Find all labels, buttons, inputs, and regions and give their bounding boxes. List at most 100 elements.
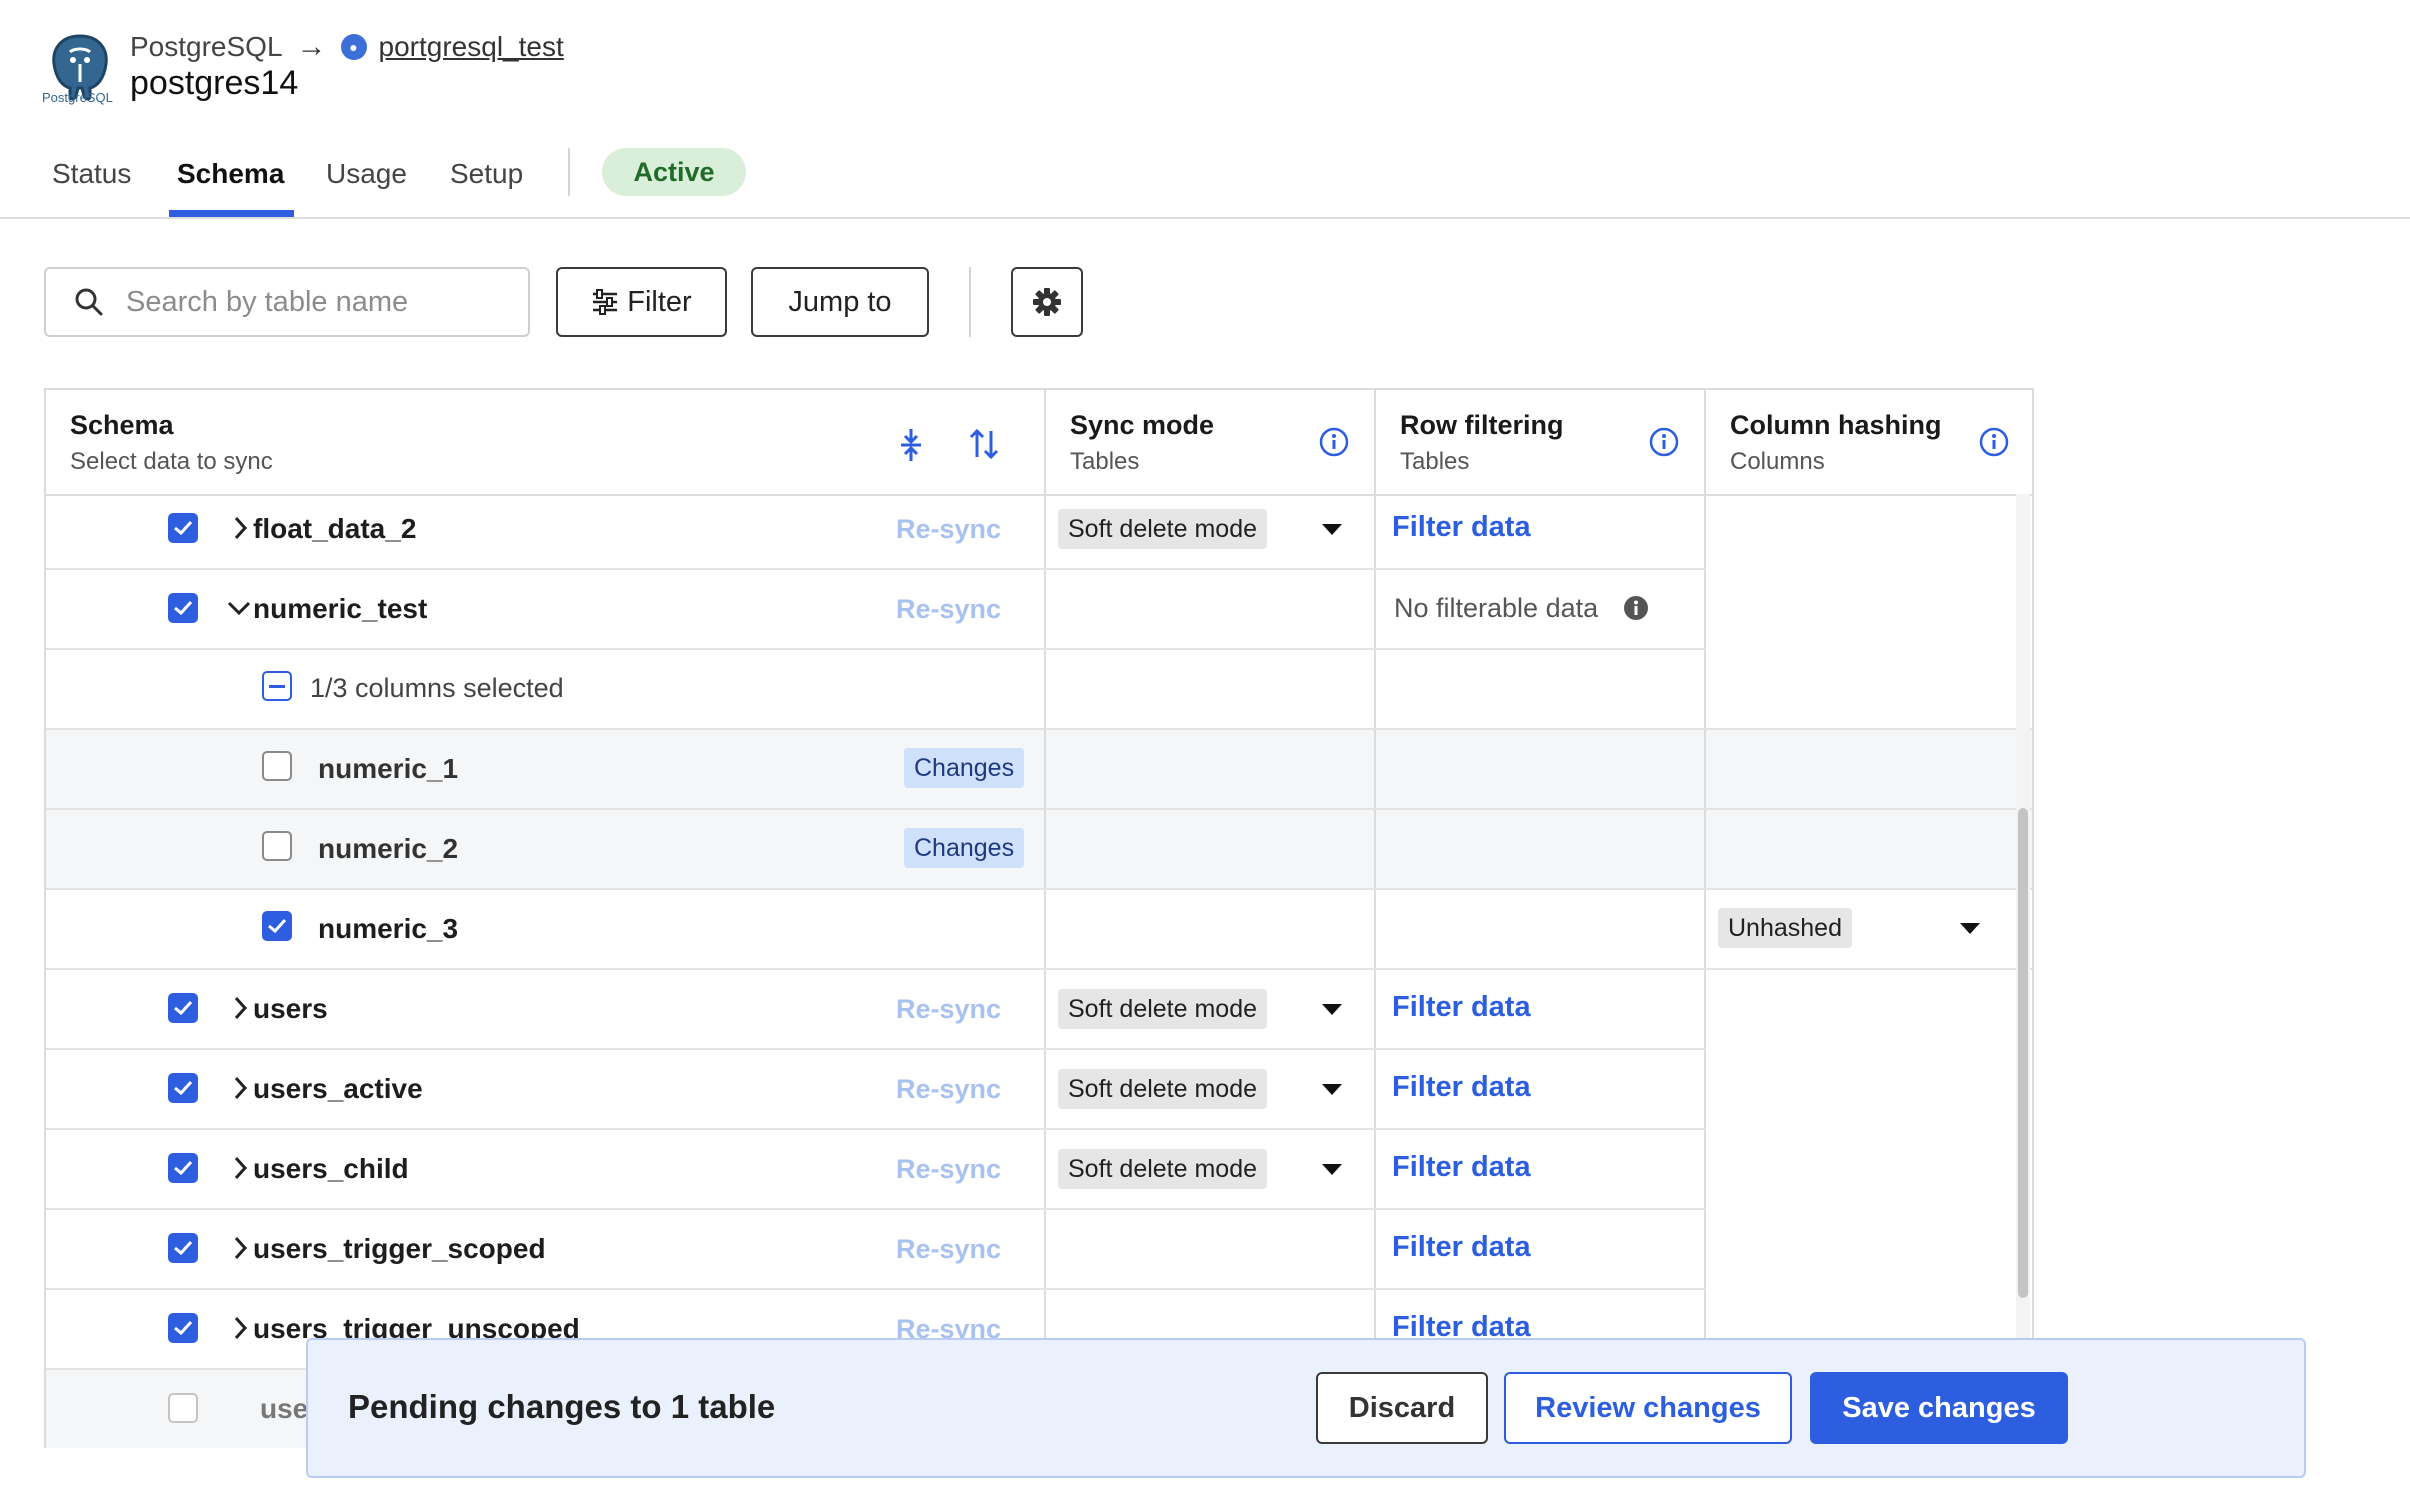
- search-icon: [75, 288, 103, 316]
- header-divider: [0, 217, 2410, 219]
- filter-data-link[interactable]: Filter data: [1392, 511, 1531, 544]
- scrollbar-thumb[interactable]: [2018, 808, 2028, 1298]
- table-name: users_active: [253, 1073, 423, 1104]
- jump-to-button-label: Jump to: [788, 285, 892, 318]
- chevron-right-icon[interactable]: [230, 1073, 250, 1103]
- save-changes-button[interactable]: Save changes: [1810, 1372, 2068, 1444]
- breadcrumb-destination-link[interactable]: portgresql_test: [379, 31, 564, 63]
- columns-selected-text: 1/3 columns selected: [310, 673, 564, 703]
- columns-select-all-checkbox[interactable]: [262, 671, 292, 701]
- discard-button[interactable]: Discard: [1316, 1372, 1488, 1444]
- column-name: numeric_3: [318, 913, 459, 944]
- sync-mode-select[interactable]: Soft delete mode: [1058, 989, 1268, 1029]
- review-changes-button-label: Review changes: [1535, 1391, 1761, 1424]
- caret-down-icon[interactable]: [1322, 1004, 1342, 1015]
- changes-badge: Changes: [904, 748, 1025, 788]
- table-name: users_child: [253, 1153, 409, 1184]
- column-name: numeric_2: [318, 833, 459, 864]
- filter-button-label: Filter: [627, 285, 692, 318]
- info-icon[interactable]: [1318, 426, 1350, 458]
- column-checkbox[interactable]: [262, 751, 292, 781]
- table-checkbox[interactable]: [168, 1073, 198, 1103]
- search-box[interactable]: [44, 267, 530, 337]
- sort-icon[interactable]: [968, 428, 1000, 460]
- resync-link[interactable]: Re-sync: [896, 1154, 1001, 1185]
- filter-data-link[interactable]: Filter data: [1392, 1071, 1531, 1104]
- breadcrumb: PostgreSQL → ● portgresql_test: [130, 28, 564, 66]
- schema-table: Schema Select data to sync Sync mode Tab…: [44, 388, 2034, 1448]
- table-checkbox[interactable]: [168, 593, 198, 623]
- caret-down-icon[interactable]: [1322, 1164, 1342, 1175]
- table-name: use: [260, 1393, 309, 1424]
- column-checkbox[interactable]: [262, 831, 292, 861]
- arrow-right-icon: →: [296, 30, 327, 63]
- row-filtering-header-subtitle: Tables: [1400, 448, 1470, 475]
- header-divider: [46, 494, 2032, 496]
- settings-button[interactable]: [1011, 267, 1083, 337]
- column-hashing-header-title: Column hashing: [1730, 410, 1942, 440]
- row-divider: [46, 1128, 1706, 1130]
- chevron-right-icon[interactable]: [230, 993, 250, 1023]
- changes-badge: Changes: [904, 828, 1025, 868]
- tab-status[interactable]: Status: [52, 150, 131, 198]
- row-divider: [46, 1288, 1706, 1290]
- table-checkbox[interactable]: [168, 1393, 198, 1423]
- caret-down-icon[interactable]: [1322, 524, 1342, 535]
- resync-link[interactable]: Re-sync: [896, 594, 1001, 625]
- sliders-icon: [593, 289, 618, 315]
- schema-header-title: Schema: [70, 410, 174, 440]
- pending-changes-text: Pending changes to 1 table: [348, 1388, 776, 1425]
- row-divider: [46, 888, 2032, 890]
- filter-button[interactable]: Filter: [556, 267, 727, 337]
- table-checkbox[interactable]: [168, 993, 198, 1023]
- row-divider: [46, 1048, 1706, 1050]
- tab-usage[interactable]: Usage: [326, 150, 407, 198]
- resync-link[interactable]: Re-sync: [896, 994, 1001, 1025]
- column-checkbox[interactable]: [262, 911, 292, 941]
- discard-button-label: Discard: [1348, 1391, 1456, 1424]
- info-filled-icon[interactable]: [1622, 594, 1650, 622]
- table-checkbox[interactable]: [168, 1233, 198, 1263]
- schema-header-subtitle: Select data to sync: [70, 448, 273, 475]
- resync-link[interactable]: Re-sync: [896, 514, 1001, 545]
- jump-to-button[interactable]: Jump to: [751, 267, 929, 337]
- sync-mode-select[interactable]: Soft delete mode: [1058, 509, 1268, 549]
- chevron-right-icon[interactable]: [230, 1313, 250, 1343]
- row-divider: [46, 648, 1706, 650]
- sync-mode-select[interactable]: Soft delete mode: [1058, 1069, 1268, 1109]
- row-divider: [46, 1208, 1706, 1210]
- table-checkbox[interactable]: [168, 1153, 198, 1183]
- sync-mode-header-subtitle: Tables: [1070, 448, 1140, 475]
- pending-changes-bar: Pending changes to 1 table Discard Revie…: [306, 1338, 2306, 1478]
- tab-setup[interactable]: Setup: [450, 150, 523, 198]
- hashing-select[interactable]: Unhashed: [1718, 908, 1852, 948]
- caret-down-icon[interactable]: [1322, 1084, 1342, 1095]
- gear-icon: [1033, 288, 1061, 316]
- filter-data-link[interactable]: Filter data: [1392, 991, 1531, 1024]
- review-changes-button[interactable]: Review changes: [1504, 1372, 1792, 1444]
- chevron-right-icon[interactable]: [230, 513, 250, 543]
- search-input[interactable]: [124, 284, 488, 320]
- info-icon[interactable]: [1978, 426, 2010, 458]
- table-checkbox[interactable]: [168, 1313, 198, 1343]
- table-name: float_data_2: [253, 513, 417, 544]
- chevron-right-icon[interactable]: [230, 1233, 250, 1263]
- filter-data-link[interactable]: Filter data: [1392, 1231, 1531, 1264]
- no-filterable-data-text: No filterable data: [1394, 593, 1599, 623]
- row-filtering-header-title: Row filtering: [1400, 410, 1564, 440]
- table-checkbox[interactable]: [168, 513, 198, 543]
- status-badge: Active: [602, 148, 746, 196]
- chevron-down-icon[interactable]: [226, 598, 252, 618]
- column-hashing-header-subtitle: Columns: [1730, 448, 1825, 475]
- info-icon[interactable]: [1648, 426, 1680, 458]
- collapse-all-icon[interactable]: [896, 428, 926, 462]
- resync-link[interactable]: Re-sync: [896, 1234, 1001, 1265]
- caret-down-icon[interactable]: [1960, 923, 1980, 934]
- filter-data-link[interactable]: Filter data: [1392, 1151, 1531, 1184]
- logo-caption: PostgreSQL: [42, 90, 113, 105]
- resync-link[interactable]: Re-sync: [896, 1074, 1001, 1105]
- tab-schema[interactable]: Schema: [177, 150, 284, 198]
- active-tab-indicator: [169, 210, 294, 217]
- chevron-right-icon[interactable]: [230, 1153, 250, 1183]
- sync-mode-select[interactable]: Soft delete mode: [1058, 1149, 1268, 1189]
